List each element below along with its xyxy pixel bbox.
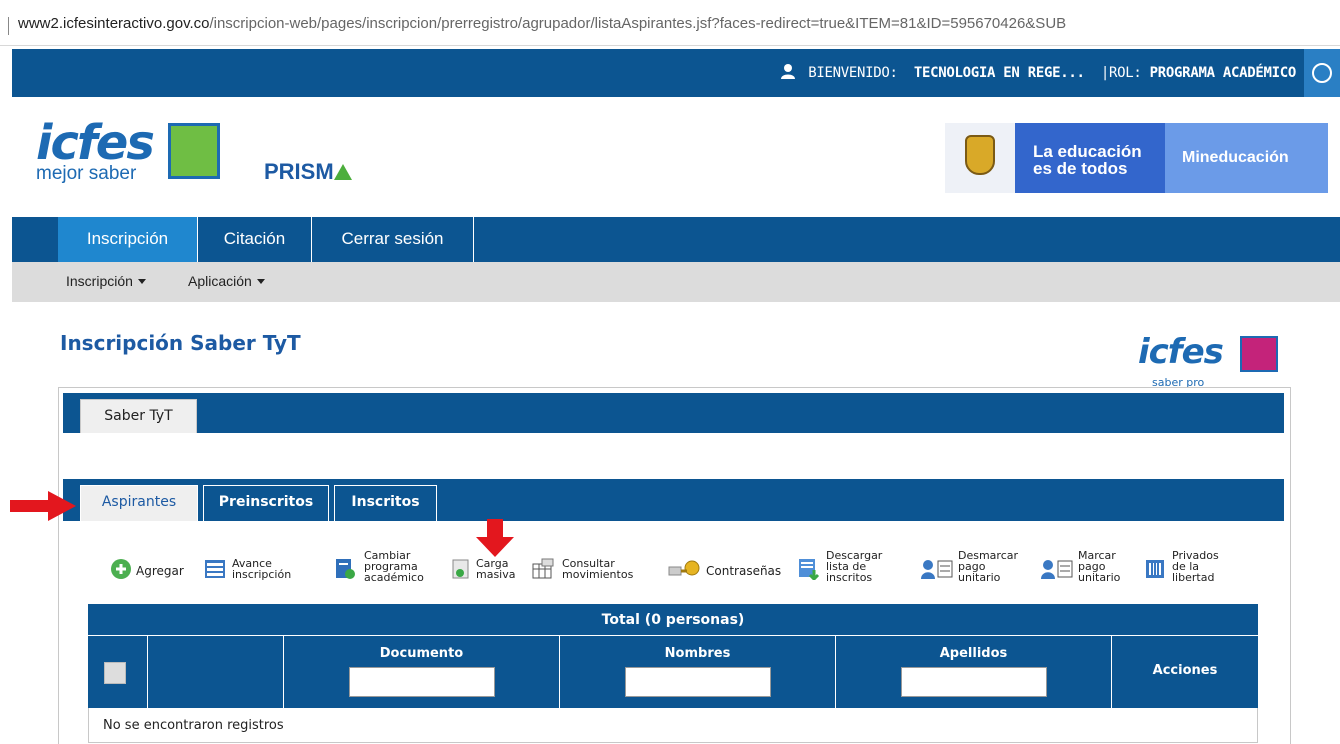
apellidos-filter-input[interactable] <box>900 667 1047 697</box>
prisma-logo: PRISM <box>264 159 352 185</box>
key-icon <box>668 560 700 576</box>
progress-icon <box>205 560 225 578</box>
user-name: TECNOLOGIA EN REGE... <box>913 65 1085 81</box>
select-all-checkbox[interactable] <box>104 662 126 684</box>
prisoners-button[interactable]: Privados de la libertad <box>1144 548 1254 594</box>
user-icon <box>781 64 796 79</box>
select-all-column <box>88 636 148 708</box>
subnav-inscripcion[interactable]: Inscripción <box>66 273 146 289</box>
add-icon <box>111 559 131 579</box>
unmark-payment-icon <box>921 560 953 579</box>
coat-of-arms-icon <box>945 123 1015 193</box>
prisma-triangle-icon <box>333 164 352 180</box>
apellidos-column: Apellidos <box>836 636 1112 708</box>
url-text[interactable]: www2.icfesinteractivo.gov.co/inscripcion… <box>18 15 1066 32</box>
prisoners-icon <box>1146 560 1164 578</box>
browser-address-bar[interactable]: www2.icfesinteractivo.gov.co/inscripcion… <box>0 0 1340 46</box>
exam-tab-bar <box>63 393 1284 433</box>
table-header: Documento Nombres Apellidos Acciones <box>88 636 1258 708</box>
welcome-text: BIENVENIDO: TECNOLOGIA EN REGE... |ROL: … <box>780 63 1296 81</box>
movements-icon <box>532 558 554 579</box>
nav-cerrar-sesion[interactable]: Cerrar sesión <box>312 217 474 262</box>
annotation-arrow-right-icon <box>10 491 76 521</box>
change-program-icon <box>336 559 355 579</box>
acciones-column: Acciones <box>1152 663 1218 678</box>
empty-message: No se encontraron registros <box>88 708 1258 743</box>
progress-button[interactable]: Avance inscripción <box>202 548 312 594</box>
caret-down-icon <box>256 279 265 284</box>
education-slogan: La educación es de todos <box>1015 123 1165 193</box>
action-toolbar: Agregar Avance inscripción Cambiar progr… <box>108 548 1258 594</box>
mark-payment-button[interactable]: Marcar pago unitario <box>1040 548 1148 594</box>
main-nav: Inscripción Citación Cerrar sesión <box>12 217 1340 262</box>
check-icon <box>1240 336 1278 372</box>
documento-column: Documento <box>284 636 560 708</box>
table-total: Total (0 personas) <box>88 604 1258 636</box>
caret-down-icon <box>137 279 146 284</box>
mark-payment-icon <box>1041 560 1073 579</box>
nombres-filter-input[interactable] <box>624 667 771 697</box>
site-header: icfes mejor saber PRISM La educación es d… <box>12 97 1340 217</box>
user-bar: BIENVENIDO: TECNOLOGIA EN REGE... |ROL: … <box>12 49 1340 97</box>
download-list-icon <box>799 559 820 580</box>
nav-inscripcion[interactable]: Inscripción <box>58 217 198 262</box>
annotation-arrow-down-icon <box>476 519 514 557</box>
unmark-payment-button[interactable]: Desmarcar pago unitario <box>920 548 1040 594</box>
blank-column <box>148 636 284 708</box>
bulk-upload-icon <box>452 559 469 579</box>
tab-inscritos[interactable]: Inscritos <box>334 485 437 521</box>
mineducacion-label: Mineducación <box>1165 123 1328 193</box>
change-program-button[interactable]: Cambiar programa académico <box>334 548 444 594</box>
role-value: PROGRAMA ACADÉMICO <box>1149 65 1297 81</box>
government-banner[interactable]: La educación es de todos Mineducación <box>945 123 1328 193</box>
sub-nav: Inscripción Aplicación <box>12 262 1340 302</box>
user-menu-toggle[interactable] <box>1304 49 1340 97</box>
aspirants-table: Total (0 personas) Documento Nombres Ape… <box>88 604 1258 743</box>
tab-aspirantes[interactable]: Aspirantes <box>80 485 198 521</box>
nombres-column: Nombres <box>560 636 836 708</box>
passwords-button[interactable]: Contraseñas <box>668 548 798 594</box>
nav-citacion[interactable]: Citación <box>198 217 312 262</box>
documento-filter-input[interactable] <box>348 667 495 697</box>
chevron-down-icon <box>1312 63 1332 83</box>
tab-saber-tyt[interactable]: Saber TyT <box>80 399 197 433</box>
check-icon <box>168 123 220 179</box>
download-list-button[interactable]: Descargar lista de inscritos <box>798 548 908 594</box>
page-title: Inscripción Saber TyT <box>60 331 301 355</box>
movements-button[interactable]: Consultar movimientos <box>532 548 668 594</box>
tab-preinscritos[interactable]: Preinscritos <box>203 485 329 521</box>
subnav-aplicacion[interactable]: Aplicación <box>188 273 265 289</box>
icfes-logo[interactable]: icfes mejor saber <box>36 119 220 185</box>
add-button[interactable]: Agregar <box>108 548 200 594</box>
address-separator <box>8 17 9 35</box>
